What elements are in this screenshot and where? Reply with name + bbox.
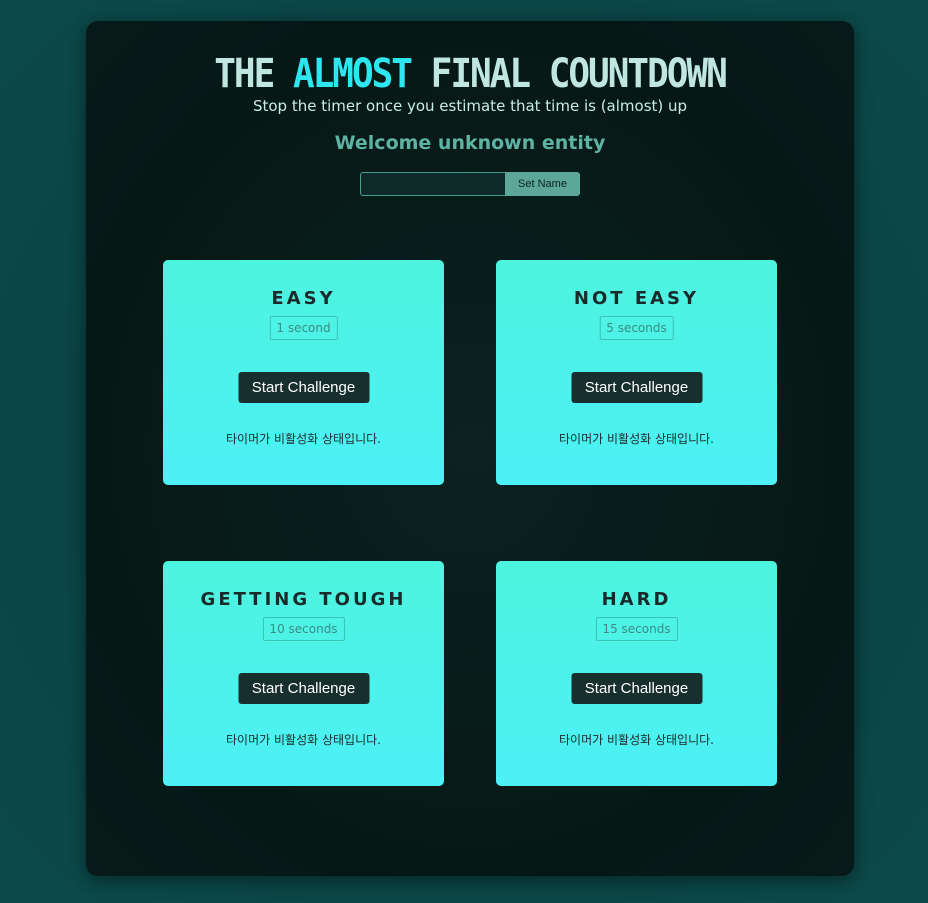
subtitle: Stop the timer once you estimate that ti… [252,97,688,115]
welcome-message: Welcome unknown entity [334,132,606,154]
challenge-title: NOT EASY [573,288,700,309]
challenge-time: 1 second [269,316,338,340]
title-accent: ALMOST [292,51,413,97]
start-challenge-button[interactable]: Start Challenge [571,673,702,704]
challenge-time: 10 seconds [262,617,345,641]
challenge-time: 5 seconds [599,316,674,340]
challenge-card-getting-tough: GETTING TOUGH 10 seconds Start Challenge… [163,561,444,786]
set-name-button[interactable]: Set Name [505,172,580,196]
name-input[interactable] [360,172,505,196]
start-challenge-button[interactable]: Start Challenge [571,372,702,403]
start-challenge-button[interactable]: Start Challenge [238,372,369,403]
challenge-title: HARD [601,589,672,610]
name-form: Set Name [360,172,580,196]
main-panel: THE ALMOST FINAL COUNTDOWN Stop the time… [86,21,854,876]
challenge-title: EASY [271,288,336,309]
challenge-card-easy: EASY 1 second Start Challenge 타이머가 비활성화 … [163,260,444,485]
start-challenge-button[interactable]: Start Challenge [238,673,369,704]
challenge-time: 15 seconds [595,617,678,641]
challenge-card-not-easy: NOT EASY 5 seconds Start Challenge 타이머가 … [496,260,777,485]
timer-status: 타이머가 비활성화 상태입니다. [226,432,381,446]
page-title: THE ALMOST FINAL COUNTDOWN [86,51,854,97]
challenge-title: GETTING TOUGH [200,589,407,610]
timer-status: 타이머가 비활성화 상태입니다. [559,733,714,747]
challenge-card-hard: HARD 15 seconds Start Challenge 타이머가 비활성… [496,561,777,786]
timer-status: 타이머가 비활성화 상태입니다. [226,733,381,747]
timer-status: 타이머가 비활성화 상태입니다. [559,432,714,446]
title-part-1: THE [214,51,293,97]
title-part-2: FINAL COUNTDOWN [410,51,728,97]
